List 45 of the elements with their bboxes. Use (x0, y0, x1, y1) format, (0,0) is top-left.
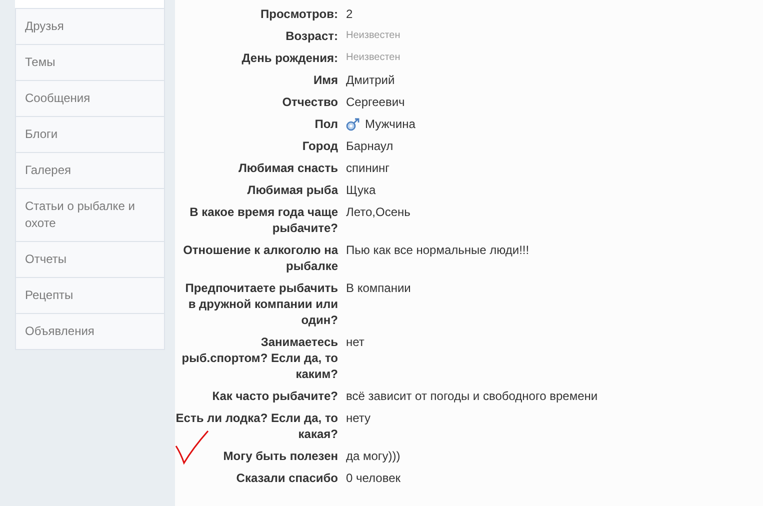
field-label: Занимаетесь рыб.спортом? Если да, то каким? (180, 334, 338, 383)
field-label: Просмотров: (260, 6, 338, 23)
field-label: Отчество (282, 94, 338, 111)
field-value: Дмитрий (346, 72, 395, 89)
field-value: всё зависит от погоды и свободного времени (346, 388, 598, 405)
sidebar-item[interactable]: Галерея (15, 152, 164, 188)
field-label: Город (302, 138, 338, 155)
field-label: Любимая снасть (238, 160, 338, 177)
sidebar-item[interactable]: Рецепты (15, 277, 164, 313)
field-label: Как часто рыбачите? (212, 388, 338, 405)
field-value: 0 человек (346, 470, 401, 487)
field-label: Могу быть полезен (223, 448, 338, 465)
field-label: Предпочитаете рыбачить в дружной компании или один? (184, 280, 338, 329)
field-value: Мужчина (365, 116, 416, 132)
sidebar-item[interactable]: Объявления (15, 313, 164, 350)
field-value: Неизвестен (346, 51, 400, 65)
sidebar-item[interactable]: Блоги (15, 116, 164, 152)
check-mark-drawing (175, 428, 211, 466)
field-label: Имя (313, 72, 338, 89)
field-label: Возраст: (286, 28, 338, 45)
sidebar-item[interactable]: Темы (15, 44, 164, 80)
field-label: Есть ли лодка? Если да, то какая? (175, 410, 338, 443)
field-value: Барнаул (346, 138, 394, 155)
sidebar-item[interactable]: Сообщения (15, 80, 164, 116)
field-value: спининг (346, 160, 390, 177)
field-value: Сергеевич (346, 94, 405, 111)
field-label: Отношение к алкоголю на рыбалке (182, 242, 338, 275)
field-label: В какое время года чаще рыбачите? (188, 204, 338, 237)
male-icon (346, 118, 360, 130)
sidebar-item[interactable]: Отчеты (15, 241, 164, 277)
field-value: Щука (346, 182, 376, 199)
field-label: День рождения: (242, 50, 338, 67)
field-value: Неизвестен (346, 29, 400, 43)
field-label: Любимая рыба (247, 182, 338, 199)
field-value: Пью как все нормальные люди!!! (346, 242, 530, 259)
field-value: Лето,Осень (346, 204, 410, 221)
field-label: Сказали спасибо (236, 470, 338, 487)
field-value: В компании (346, 280, 411, 297)
field-value: нету (346, 410, 371, 427)
field-value: да могу))) (346, 448, 400, 465)
sidebar-item[interactable]: Статьи о рыбалке и охоте (15, 188, 164, 241)
field-value: 2 (346, 6, 353, 23)
field-value: нет (346, 334, 364, 351)
sidebar-item[interactable]: Друзья (15, 8, 164, 44)
field-label: Пол (314, 116, 338, 133)
